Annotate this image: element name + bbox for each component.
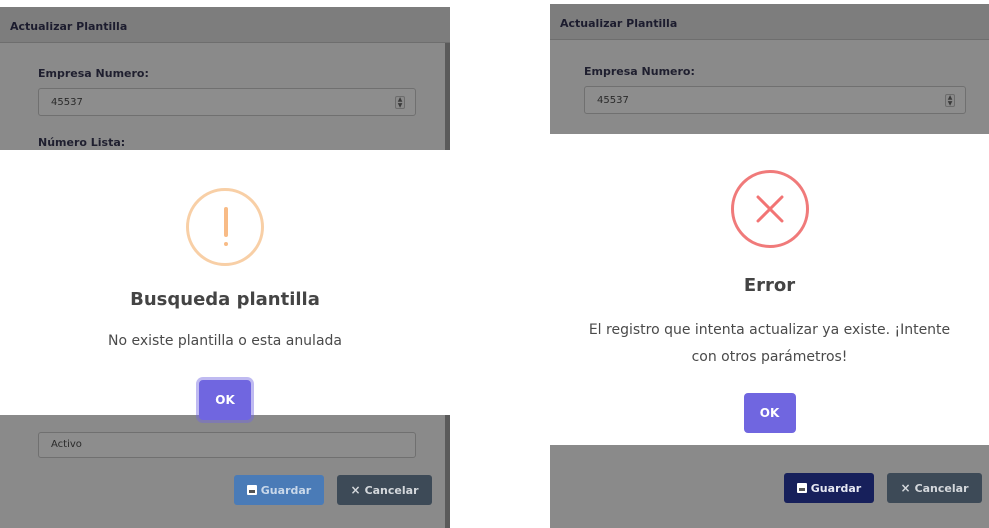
empresa-input[interactable]: 45537 ▲ ▼: [38, 88, 416, 116]
left-screenshot: Actualizar Plantilla Empresa Numero: 455…: [0, 0, 450, 528]
save-button[interactable]: Guardar: [784, 473, 874, 503]
number-spinner-icon[interactable]: ▲ ▼: [945, 94, 955, 107]
dialog-title: Busqueda plantilla: [130, 289, 320, 310]
ok-button[interactable]: OK: [743, 393, 796, 433]
cancel-button[interactable]: × Cancelar: [887, 473, 982, 503]
modal-title: Actualizar Plantilla: [560, 17, 678, 30]
floppy-disk-icon: [796, 483, 807, 493]
close-icon: ×: [350, 483, 361, 497]
estado-input[interactable]: Activo: [38, 432, 416, 458]
modal-header: Actualizar Plantilla: [550, 4, 989, 40]
close-icon: ×: [900, 481, 911, 495]
number-spinner-icon[interactable]: ▲ ▼: [395, 96, 405, 109]
warning-icon: [186, 188, 264, 266]
floppy-disk-icon: [246, 485, 257, 495]
right-screenshot: Actualizar Plantilla Empresa Numero: 455…: [550, 0, 989, 528]
empresa-value: 45537: [597, 95, 629, 106]
modal-header: Actualizar Plantilla: [0, 7, 450, 43]
error-dialog: Error El registro que intenta actualizar…: [550, 148, 989, 445]
estado-value: Activo: [51, 439, 82, 450]
empresa-input[interactable]: 45537 ▲ ▼: [584, 86, 966, 114]
alert-dialog: Busqueda plantilla No existe plantilla o…: [0, 150, 450, 420]
dialog-message-line-1: El registro que intenta actualizar ya ex…: [588, 322, 951, 338]
cancel-button[interactable]: × Cancelar: [337, 475, 432, 505]
dialog-title: Error: [743, 275, 796, 296]
empresa-label: Empresa Numero:: [38, 67, 149, 80]
dialog-message: No existe plantilla o esta anulada: [108, 333, 342, 349]
dialog-message-line-2: con otros parámetros!: [691, 349, 848, 365]
save-button[interactable]: Guardar: [234, 475, 324, 505]
empresa-label: Empresa Numero:: [584, 65, 695, 78]
modal-title: Actualizar Plantilla: [10, 20, 128, 33]
empresa-value: 45537: [51, 97, 83, 108]
ok-button[interactable]: OK: [199, 380, 251, 420]
error-icon: [730, 170, 809, 248]
lista-label: Número Lista:: [38, 136, 126, 149]
